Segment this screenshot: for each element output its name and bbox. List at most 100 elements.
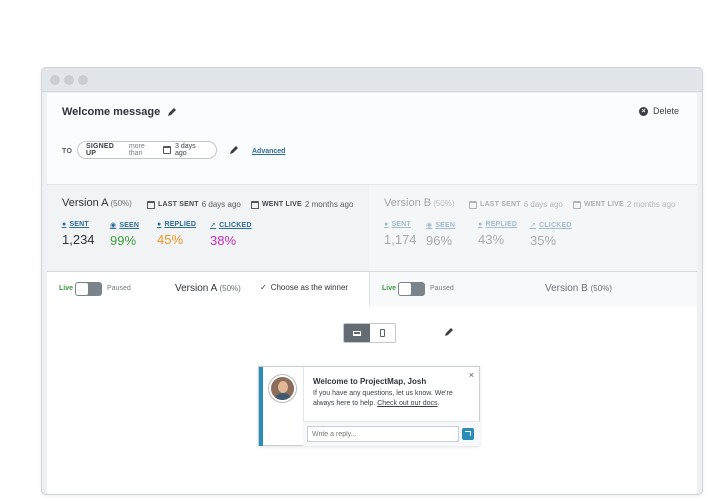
- stat-seen-label[interactable]: ◉ SEEN: [110, 221, 140, 230]
- stat-replied-label[interactable]: ● REPLIED: [157, 221, 196, 228]
- main-content: Welcome message × Delete TO SIGNED UP mo…: [47, 93, 697, 494]
- eye-icon: ◉: [426, 222, 433, 229]
- version-b-went-live: WENT LIVE 2 months ago: [573, 200, 675, 209]
- user-icon: ●: [62, 221, 67, 228]
- version-a-title: Version A: [62, 197, 109, 209]
- edit-message-icon[interactable]: [444, 327, 454, 337]
- stat-replied-label[interactable]: ● REPLIED: [478, 221, 517, 228]
- calendar-icon: [573, 200, 581, 209]
- version-b-split: (50%): [433, 199, 455, 208]
- stat-clicked-value: 38%: [210, 233, 237, 248]
- went-live-label: WENT LIVE: [584, 201, 624, 208]
- stat-clicked-text: CLICKED: [539, 221, 572, 229]
- choose-winner-button[interactable]: ✓ Choose as the winner: [260, 283, 348, 292]
- desktop-preview-button[interactable]: [344, 324, 370, 342]
- stat-clicked-value: 35%: [530, 233, 557, 248]
- edit-filter-icon[interactable]: [229, 145, 239, 155]
- message-body-suffix: .: [437, 400, 440, 407]
- stat-seen-label[interactable]: ◉ SEEN: [426, 221, 456, 230]
- stat-sent-text: SENT: [69, 221, 89, 228]
- window-close-dot[interactable]: [50, 75, 60, 85]
- message-preview-card: Welcome to ProjectMap, Josh If you have …: [258, 366, 480, 446]
- send-reply-icon[interactable]: [462, 428, 474, 440]
- cursor-icon: ➚: [530, 222, 537, 229]
- stat-replied: ● REPLIED 43%: [478, 221, 517, 247]
- version-a-tab-split: (50%): [219, 284, 241, 293]
- stat-sent-value: 1,234: [62, 232, 95, 247]
- edit-title-icon[interactable]: [167, 107, 177, 117]
- version-a-tab[interactable]: Version A (50%): [175, 283, 241, 294]
- calendar-icon: [163, 146, 171, 154]
- stat-sent: ● SENT 1,234: [62, 221, 95, 247]
- stat-clicked-label[interactable]: ➚ CLICKED: [530, 221, 572, 230]
- stat-sent-label[interactable]: ● SENT: [62, 221, 95, 228]
- last-sent-label: LAST SENT: [158, 201, 199, 208]
- filter-attribute: SIGNED UP: [86, 143, 115, 157]
- window-minimize-dot[interactable]: [64, 75, 74, 85]
- speech-bubble-icon: ●: [478, 221, 483, 228]
- app-window: Welcome message × Delete TO SIGNED UP mo…: [41, 67, 703, 495]
- calendar-icon: [469, 200, 477, 209]
- device-preview-toggle: [343, 323, 396, 343]
- version-b-tab-label: Version B: [545, 283, 588, 294]
- speech-bubble-icon: ●: [157, 221, 162, 228]
- version-stats: Version A (50%) LAST SENT 6 days ago WENT…: [47, 185, 697, 271]
- filter-operator: more than: [128, 143, 145, 157]
- stat-seen-text: SEEN: [119, 221, 140, 229]
- phone-icon: [379, 329, 385, 337]
- stat-sent: ● SENT 1,174: [384, 221, 417, 247]
- cursor-icon: ➚: [210, 222, 217, 229]
- stat-seen-text: SEEN: [435, 221, 456, 229]
- docs-link[interactable]: Check out our docs: [377, 400, 437, 407]
- version-b-panel: Live Paused Version B (50%): [369, 272, 697, 306]
- stat-seen: ◉ SEEN 96%: [426, 221, 456, 249]
- avatar-face: [278, 381, 288, 393]
- version-a-name: Version A (50%): [62, 197, 132, 209]
- stat-clicked: ➚ CLICKED 38%: [210, 221, 252, 249]
- toggle-knob: [399, 283, 411, 295]
- close-icon[interactable]: ×: [469, 370, 474, 380]
- advanced-link[interactable]: Advanced: [252, 148, 285, 155]
- mobile-preview-button[interactable]: [370, 324, 396, 342]
- message-body: If you have any questions, let us know. …: [313, 389, 473, 409]
- version-b-live-toggle[interactable]: [398, 282, 425, 296]
- version-a-live-toggle[interactable]: [75, 282, 102, 296]
- stat-seen: ◉ SEEN 99%: [110, 221, 140, 249]
- calendar-icon: [147, 200, 155, 209]
- version-b-tab[interactable]: Version B (50%): [545, 283, 612, 294]
- audience-filter-pill[interactable]: SIGNED UP more than 3 days ago: [77, 141, 217, 159]
- reply-input[interactable]: [307, 426, 459, 442]
- stat-clicked-text: CLICKED: [219, 221, 252, 229]
- avatar: [269, 375, 296, 402]
- toggle-knob: [76, 283, 88, 295]
- went-live-value: 2 months ago: [304, 200, 354, 209]
- filter-value: 3 days ago: [175, 143, 196, 157]
- last-sent-value: 6 days ago: [523, 200, 563, 209]
- version-a-tab-label: Version A: [175, 283, 217, 294]
- version-b-stats: Version B (50%) LAST SENT 6 days ago WENT…: [369, 185, 697, 271]
- reply-area: [303, 421, 480, 446]
- to-label: TO: [62, 148, 73, 155]
- version-toggle-row: Live Paused Version A (50%) ✓ Choose as …: [47, 271, 697, 306]
- message-title: Welcome to ProjectMap, Josh: [313, 377, 427, 386]
- message-header: Welcome message × Delete TO SIGNED UP mo…: [47, 93, 697, 185]
- version-a-last-sent: LAST SENT 6 days ago: [147, 200, 241, 209]
- version-b-last-sent: LAST SENT 6 days ago: [469, 200, 563, 209]
- version-b-name: Version B (50%): [384, 197, 454, 209]
- delete-label: Delete: [652, 106, 679, 116]
- message-accent-bar: [259, 367, 263, 446]
- went-live-label: WENT LIVE: [262, 201, 302, 208]
- live-label: Live: [59, 285, 74, 292]
- stat-clicked-label[interactable]: ➚ CLICKED: [210, 221, 252, 230]
- delete-button[interactable]: × Delete: [638, 106, 679, 116]
- paused-label: Paused: [430, 285, 454, 292]
- stat-seen-value: 96%: [426, 233, 453, 248]
- stat-replied-value: 45%: [157, 232, 184, 247]
- window-maximize-dot[interactable]: [78, 75, 88, 85]
- stat-seen-value: 99%: [110, 233, 137, 248]
- last-sent-value: 6 days ago: [201, 200, 241, 209]
- version-a-stats: Version A (50%) LAST SENT 6 days ago WENT…: [47, 185, 369, 271]
- stat-sent-value: 1,174: [384, 232, 417, 247]
- went-live-value: 2 months ago: [626, 200, 676, 209]
- stat-sent-label[interactable]: ● SENT: [384, 221, 417, 228]
